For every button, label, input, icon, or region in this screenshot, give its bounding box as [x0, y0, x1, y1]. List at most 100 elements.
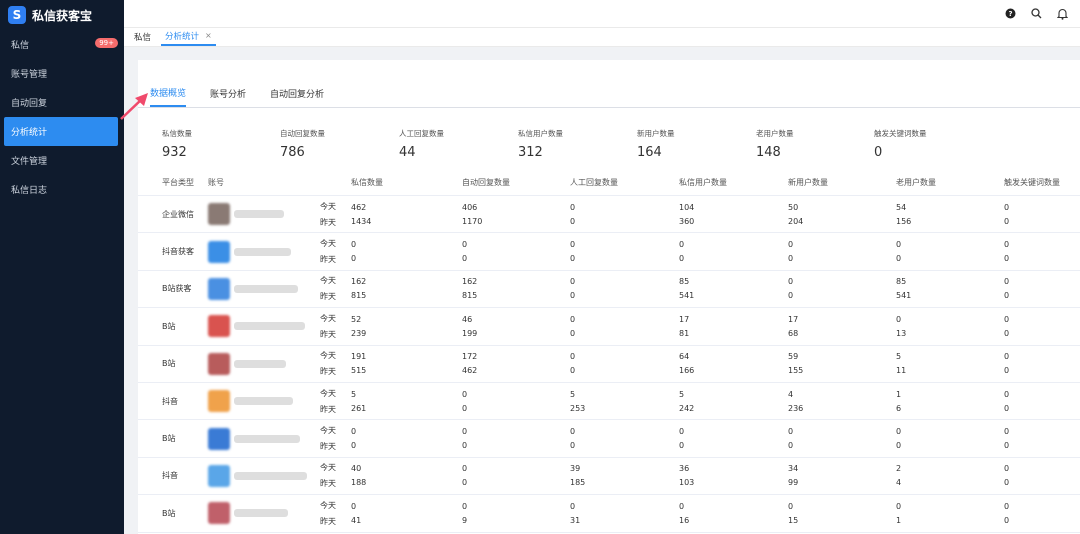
today-value: 0 — [679, 501, 685, 511]
today-value: 0 — [788, 277, 794, 287]
metric-cell: 40 188 — [351, 464, 366, 487]
today-value: 36 — [679, 464, 690, 474]
account-cell[interactable] — [208, 203, 284, 226]
account-cell[interactable] — [208, 240, 291, 263]
search-icon[interactable] — [1030, 8, 1042, 20]
yesterday-value: 236 — [788, 403, 804, 413]
today-value: 17 — [788, 314, 799, 324]
table-row[interactable]: B站 今天 昨天 191 515 172 462 0 0 64 166 59 155 5 11 0 0 — [138, 346, 1080, 383]
app-logo[interactable]: S 私信获客宝 — [0, 0, 124, 30]
yesterday-label: 昨天 — [320, 442, 336, 452]
account-cell[interactable] — [208, 315, 305, 338]
yesterday-value: 0 — [570, 254, 576, 264]
yesterday-value: 0 — [1004, 216, 1010, 226]
table-row[interactable]: B站 今天 昨天 52 239 46 199 0 0 17 81 17 68 0 13 0 0 — [138, 308, 1080, 346]
tab-account-analysis[interactable]: 账号分析 — [210, 79, 246, 107]
day-labels: 今天 昨天 — [320, 201, 336, 228]
tab-auto-reply-analysis[interactable]: 自动回复分析 — [270, 79, 324, 107]
yesterday-value: 815 — [462, 291, 478, 301]
yesterday-value: 6 — [896, 403, 902, 413]
column-header: 老用户数量 — [896, 178, 936, 187]
account-cell[interactable] — [208, 390, 293, 413]
table-header: 平台类型 账号 私信数量 自动回复数量 人工回复数量 私信用户数量 新用户数量 老用户数量 触发… — [138, 170, 1080, 196]
metric-cell: 00 — [570, 352, 575, 375]
metric-cell: 00 — [896, 240, 901, 263]
platform-type: 抖音 — [162, 471, 178, 481]
account-cell[interactable] — [208, 352, 286, 375]
yesterday-label: 昨天 — [320, 516, 336, 526]
tab-label: 分析统计 — [165, 31, 200, 42]
metric-cell: 09 — [462, 502, 467, 525]
app-title: 私信获客宝 — [32, 8, 93, 23]
day-labels: 今天 昨天 — [320, 238, 336, 265]
stat-value: 44 — [399, 145, 416, 160]
metric-cell: 52 239 — [351, 315, 366, 338]
today-value: 0 — [1004, 427, 1010, 437]
account-cell[interactable] — [208, 427, 300, 450]
bell-icon[interactable] — [1056, 8, 1068, 20]
metric-cell: 104 360 — [679, 203, 694, 226]
yesterday-value: 0 — [788, 291, 794, 301]
table-row[interactable]: 抖音 今天 昨天 5 261 0 0 5 253 5 242 4 236 1 6 0 0 — [138, 383, 1080, 421]
yesterday-value: 0 — [1004, 291, 1010, 301]
account-cell[interactable] — [208, 464, 307, 487]
tab-data-overview[interactable]: 数据概览 — [150, 79, 187, 107]
table-row[interactable]: 抖音获客 今天 昨天 0 0 0 0 0 0 0 0 0 0 0 0 0 0 — [138, 233, 1080, 271]
today-value: 5 — [679, 389, 685, 399]
close-icon[interactable]: × — [205, 31, 212, 40]
today-value: 5 — [351, 389, 357, 399]
table-row[interactable]: B站获客 今天 昨天 162 815 162 815 0 0 85 541 0 0 85 541 0 0 — [138, 271, 1080, 309]
sidebar-item-accounts[interactable]: 账号管理 — [0, 59, 124, 88]
table-row[interactable]: B站 今天 昨天 0 41 0 9 0 31 0 16 0 15 0 1 0 0 — [138, 495, 1080, 533]
today-value: 52 — [351, 314, 362, 324]
column-header: 账号 — [208, 178, 224, 187]
analytics-card: 数据概览 账号分析 自动回复分析 私信数量 932 自动回复数量 786 人工回复数… — [138, 60, 1080, 534]
yesterday-value: 9 — [462, 515, 468, 525]
yesterday-value: 0 — [462, 441, 468, 451]
tab-messages[interactable]: 私信 — [130, 27, 155, 46]
metric-cell: 406 1170 — [462, 203, 482, 226]
metric-cell: 4 236 — [788, 390, 803, 413]
stat-value: 932 — [162, 145, 187, 160]
tab-analytics[interactable]: 分析统计 × — [161, 27, 216, 46]
table-body: 企业微信 今天 昨天 462 1434 406 1170 0 0 104 360 50 204 54 156… — [138, 196, 1080, 533]
sidebar-item-auto-reply[interactable]: 自动回复 — [0, 88, 124, 117]
today-value: 104 — [679, 202, 695, 212]
account-name-blurred — [234, 322, 305, 331]
metric-cell: 00 — [570, 203, 575, 226]
yesterday-value: 1170 — [462, 216, 483, 226]
sidebar-item-analytics[interactable]: 分析统计 — [4, 117, 118, 146]
sidebar-item-messages[interactable]: 私信 99+ — [0, 30, 124, 59]
today-label: 今天 — [320, 276, 336, 286]
metric-cell: 64 166 — [679, 352, 694, 375]
account-cell[interactable] — [208, 502, 288, 525]
today-value: 162 — [462, 277, 478, 287]
stat-message-users: 私信用户数量 312 — [518, 128, 563, 160]
platform-type: B站 — [162, 359, 176, 369]
today-value: 46 — [462, 314, 473, 324]
today-value: 0 — [896, 240, 902, 250]
table-row[interactable]: 抖音 今天 昨天 40 188 0 0 39 185 36 103 34 99 2 4 0 0 — [138, 458, 1080, 496]
sidebar-item-logs[interactable]: 私信日志 — [0, 175, 124, 204]
metric-cell: 46 199 — [462, 315, 477, 338]
sidebar-item-files[interactable]: 文件管理 — [0, 146, 124, 175]
column-header: 私信数量 — [351, 178, 383, 187]
top-bar: ? — [124, 0, 1080, 27]
metric-cell: 00 — [679, 240, 684, 263]
account-cell[interactable] — [208, 277, 298, 300]
today-value: 0 — [570, 352, 576, 362]
table-row[interactable]: 企业微信 今天 昨天 462 1434 406 1170 0 0 104 360 50 204 54 156… — [138, 196, 1080, 234]
account-name-blurred — [234, 247, 291, 256]
today-label: 今天 — [320, 500, 336, 510]
avatar — [208, 203, 230, 226]
metric-cell: 54 156 — [896, 203, 911, 226]
table-row[interactable]: B站 今天 昨天 0 0 0 0 0 0 0 0 0 0 0 0 0 0 — [138, 420, 1080, 458]
today-value: 0 — [788, 240, 794, 250]
help-icon[interactable]: ? — [1004, 8, 1016, 20]
today-value: 0 — [1004, 314, 1010, 324]
metric-cell: 17 68 — [788, 315, 798, 338]
metric-cell: 00 — [570, 277, 575, 300]
metric-cell: 00 — [462, 390, 467, 413]
metric-cell: 0 13 — [896, 315, 906, 338]
today-value: 0 — [896, 501, 902, 511]
